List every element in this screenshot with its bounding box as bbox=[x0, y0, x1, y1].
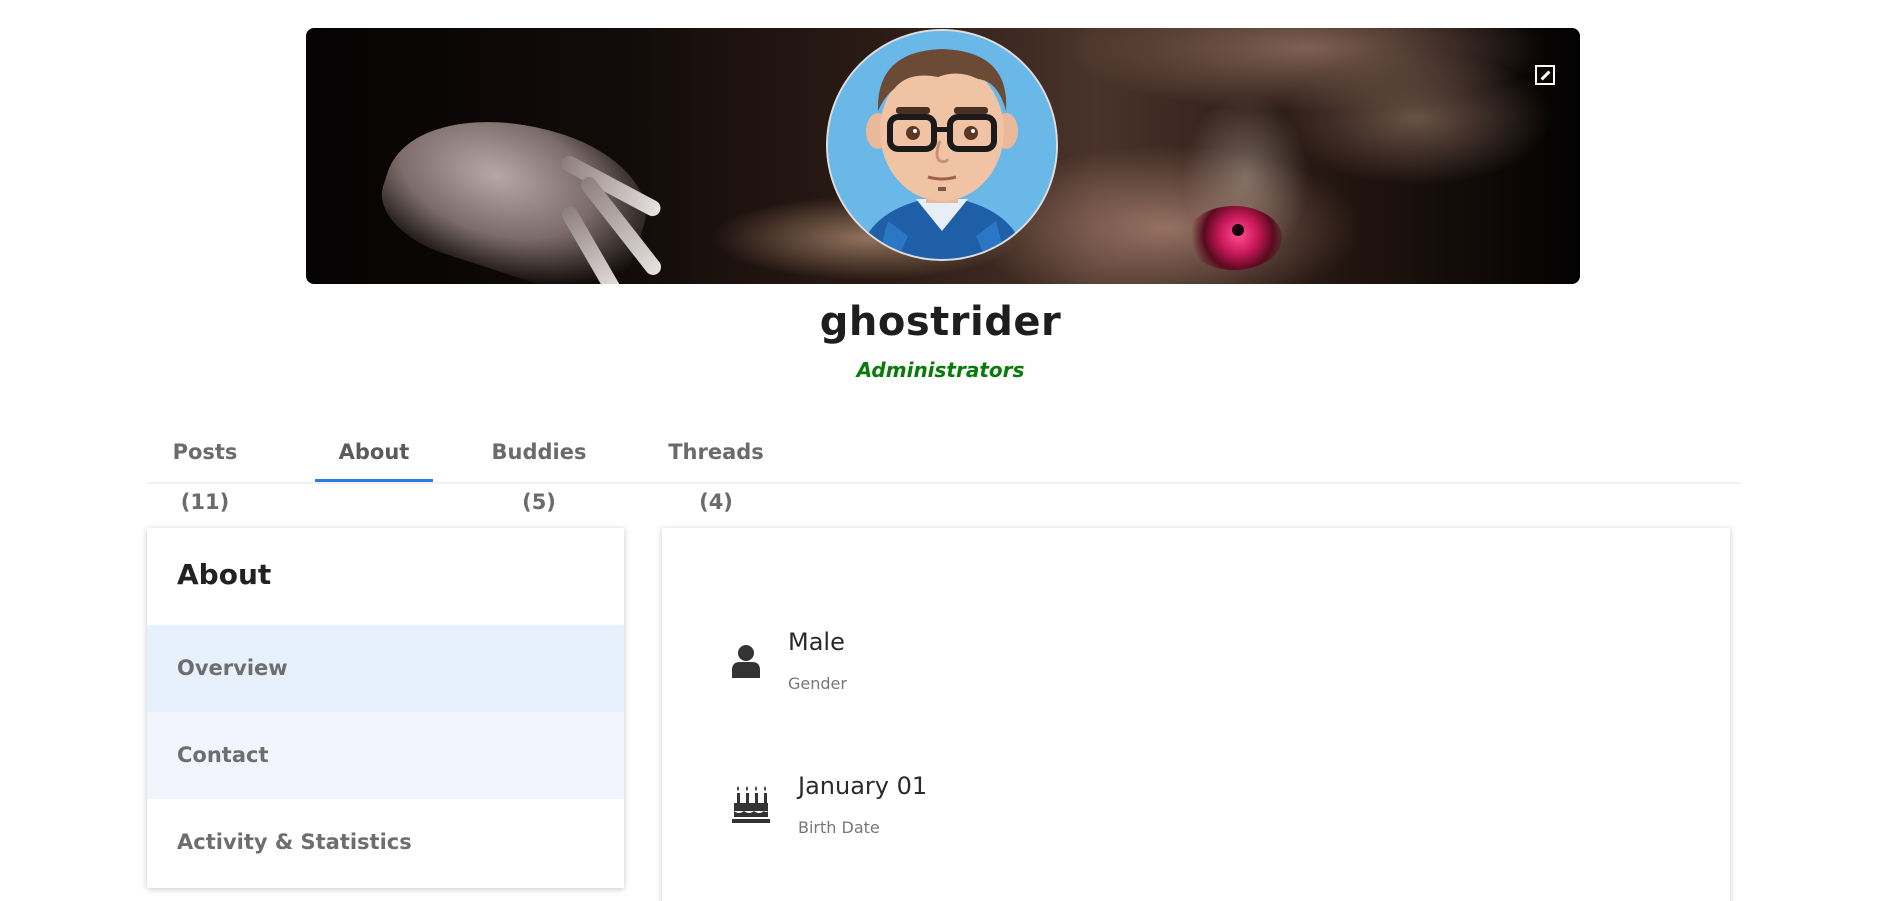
avatar[interactable] bbox=[826, 29, 1058, 261]
about-panel-title: About bbox=[177, 558, 272, 591]
tab-about[interactable]: About bbox=[315, 427, 433, 482]
about-panel: About Overview Contact Activity & Statis… bbox=[147, 528, 624, 888]
tab-threads[interactable]: Threads (4) bbox=[649, 427, 783, 514]
about-item-overview[interactable]: Overview bbox=[147, 625, 624, 712]
gender-value: Male bbox=[788, 628, 845, 656]
avatar-illustration bbox=[828, 31, 1056, 259]
gender-label: Gender bbox=[788, 674, 847, 693]
birthday-cake-icon bbox=[732, 784, 770, 828]
about-item-contact[interactable]: Contact bbox=[147, 712, 624, 799]
tab-posts[interactable]: Posts (11) bbox=[147, 427, 263, 514]
profile-username: ghostrider bbox=[819, 299, 1062, 345]
tab-buddies[interactable]: Buddies (5) bbox=[474, 427, 604, 514]
birth-date-label: Birth Date bbox=[798, 818, 880, 837]
cover-eye-shape bbox=[1186, 206, 1282, 270]
edit-cover-icon[interactable] bbox=[1535, 65, 1555, 85]
user-icon bbox=[732, 644, 760, 682]
about-item-activity-statistics[interactable]: Activity & Statistics bbox=[147, 799, 624, 886]
overview-details-panel: Male Gender January 01 Birth Date bbox=[662, 528, 1730, 901]
profile-tabs: Posts (11) About Buddies (5) Threads (4) bbox=[147, 427, 1741, 514]
birth-date-value: January 01 bbox=[798, 772, 928, 800]
profile-usergroup: Administrators bbox=[856, 358, 1025, 382]
profile-page: ghostrider Administrators Posts (11) Abo… bbox=[0, 0, 1881, 901]
